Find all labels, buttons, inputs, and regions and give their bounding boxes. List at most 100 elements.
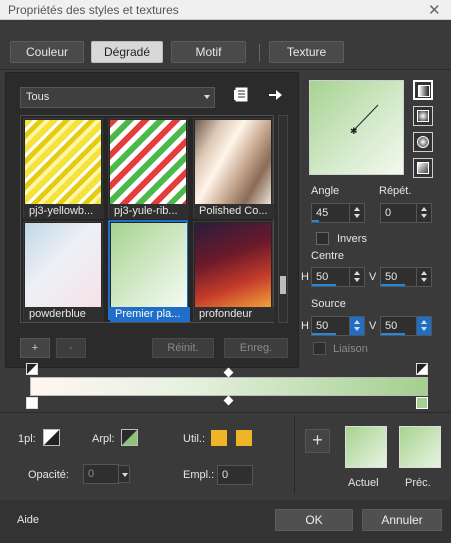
category-select[interactable]: Tous xyxy=(20,87,215,108)
center-v-spinner[interactable] xyxy=(416,268,431,286)
gradient-stop-bottom-right[interactable] xyxy=(416,397,428,409)
current-swatch[interactable] xyxy=(345,426,387,468)
arpl-swatch[interactable] xyxy=(121,429,138,446)
gradient-swatch xyxy=(195,120,271,204)
arrow-right-icon[interactable] xyxy=(266,86,284,104)
center-h-level-bar xyxy=(312,284,336,286)
help-link[interactable]: Aide xyxy=(17,514,39,526)
tab-couleur[interactable]: Couleur xyxy=(10,41,84,63)
center-v-input[interactable]: 50 xyxy=(380,267,432,287)
cancel-button[interactable]: Annuler xyxy=(362,509,442,531)
center-v-level-bar xyxy=(381,284,405,286)
thumbnail-item[interactable]: powderblue xyxy=(23,221,104,322)
title-bar: Propriétés des styles et textures ✕ xyxy=(0,0,451,20)
tab-degrade[interactable]: Dégradé xyxy=(91,41,163,63)
util-swatch-1[interactable] xyxy=(211,430,227,446)
opacity-dropdown[interactable] xyxy=(118,465,130,483)
chevron-down-icon xyxy=(204,95,210,99)
center-label: Centre xyxy=(311,250,345,262)
linear-gradient-style-button[interactable] xyxy=(413,80,433,100)
tab-motif[interactable]: Motif xyxy=(171,41,246,63)
window-title: Propriétés des styles et textures xyxy=(8,3,179,17)
close-button[interactable]: ✕ xyxy=(428,1,441,19)
previous-label: Préc. xyxy=(405,477,431,489)
dialog-footer: Aide OK Annuler xyxy=(0,500,451,543)
thumbnail-item[interactable]: pj3-yellowb... xyxy=(23,118,104,219)
source-v-input[interactable]: 50 xyxy=(380,316,432,336)
center-h-input[interactable]: 50 xyxy=(311,267,365,287)
repeat-spinner[interactable] xyxy=(416,204,431,222)
thumbnail-label: profondeur xyxy=(194,307,274,322)
gradient-stop-top-right[interactable] xyxy=(416,363,428,375)
empl-label: Empl.: xyxy=(183,469,215,481)
invert-label: Invers xyxy=(337,233,367,245)
thumbnail-item[interactable]: profondeur xyxy=(193,221,274,322)
angle-spinner[interactable] xyxy=(349,204,364,222)
save-button[interactable]: Enreg. xyxy=(224,338,288,358)
rectangular-gradient-style-button[interactable] xyxy=(413,106,433,126)
center-h-value: 50 xyxy=(316,271,329,283)
thumbnail-label: pj3-yule-rib... xyxy=(109,204,189,219)
sunburst-gradient-style-button[interactable] xyxy=(413,132,433,152)
opacity-input[interactable]: 0 xyxy=(83,464,130,484)
section-divider xyxy=(0,412,451,413)
category-select-value: Tous xyxy=(26,91,50,103)
thumbnail-item[interactable]: pj3-yule-rib... xyxy=(108,118,189,219)
center-h-label: H xyxy=(301,271,309,283)
gradient-preview[interactable]: ✱ xyxy=(309,80,404,175)
source-h-spinner[interactable] xyxy=(349,317,364,335)
source-v-spinner[interactable] xyxy=(416,317,431,335)
invert-checkbox[interactable] xyxy=(316,232,329,245)
source-v-label: V xyxy=(369,320,377,332)
gradient-midpoint-top[interactable] xyxy=(223,367,234,378)
previous-swatch[interactable] xyxy=(399,426,441,468)
thumbnail-label: Premier pla... xyxy=(110,307,190,322)
empl-input[interactable]: 0 xyxy=(217,465,253,485)
scrollbar-thumb[interactable] xyxy=(280,276,286,294)
document-icon[interactable] xyxy=(232,86,250,104)
source-h-value: 50 xyxy=(316,320,329,332)
angle-input[interactable]: 45 xyxy=(311,203,365,223)
repeat-label: Répét. xyxy=(379,185,412,197)
section-divider-vertical xyxy=(294,416,295,494)
source-h-input[interactable]: 50 xyxy=(311,316,365,336)
gradient-swatch xyxy=(25,120,101,204)
gradient-stop-bottom-left[interactable] xyxy=(26,397,38,409)
center-v-label: V xyxy=(369,271,377,283)
repeat-value: 0 xyxy=(385,207,392,219)
ok-button[interactable]: OK xyxy=(275,509,353,531)
source-h-label: H xyxy=(301,320,309,332)
thumbnail-scrollbar[interactable] xyxy=(278,115,288,323)
current-label: Actuel xyxy=(348,477,379,489)
gradient-stop-top-left[interactable] xyxy=(26,363,38,375)
svg-text:✱: ✱ xyxy=(350,127,358,137)
lpl-swatch[interactable] xyxy=(43,429,60,446)
add-swatch-button[interactable]: + xyxy=(305,429,330,453)
thumbnail-label: pj3-yellowb... xyxy=(24,204,104,219)
util-label: Util.: xyxy=(183,433,205,445)
center-h-spinner[interactable] xyxy=(349,268,364,286)
opacity-label: Opacité: xyxy=(28,469,69,481)
gradient-swatch xyxy=(111,223,187,307)
tab-texture[interactable]: Texture xyxy=(269,41,344,63)
gradient-swatch xyxy=(195,223,271,307)
gradient-midpoint-bottom[interactable] xyxy=(223,395,234,406)
gradient-editor-bar[interactable] xyxy=(30,377,428,396)
reset-button[interactable]: Réinit. xyxy=(152,338,214,358)
link-checkbox[interactable] xyxy=(313,342,326,355)
remove-button[interactable]: - xyxy=(56,338,86,358)
gradient-swatch xyxy=(25,223,101,307)
radial-gradient-style-button[interactable] xyxy=(413,158,433,178)
lpl-label: 1pl: xyxy=(18,433,36,445)
center-v-value: 50 xyxy=(385,271,398,283)
thumbnail-item[interactable]: Polished Co... xyxy=(193,118,274,219)
source-label: Source xyxy=(311,298,346,310)
source-v-level-bar xyxy=(381,333,405,335)
source-h-level-bar xyxy=(312,333,336,335)
repeat-input[interactable]: 0 xyxy=(380,203,432,223)
add-button[interactable]: + xyxy=(20,338,50,358)
thumbnail-item-selected[interactable]: Premier pla... xyxy=(108,220,190,322)
angle-level-bar xyxy=(312,220,319,222)
tab-divider xyxy=(259,44,260,62)
util-swatch-2[interactable] xyxy=(236,430,252,446)
